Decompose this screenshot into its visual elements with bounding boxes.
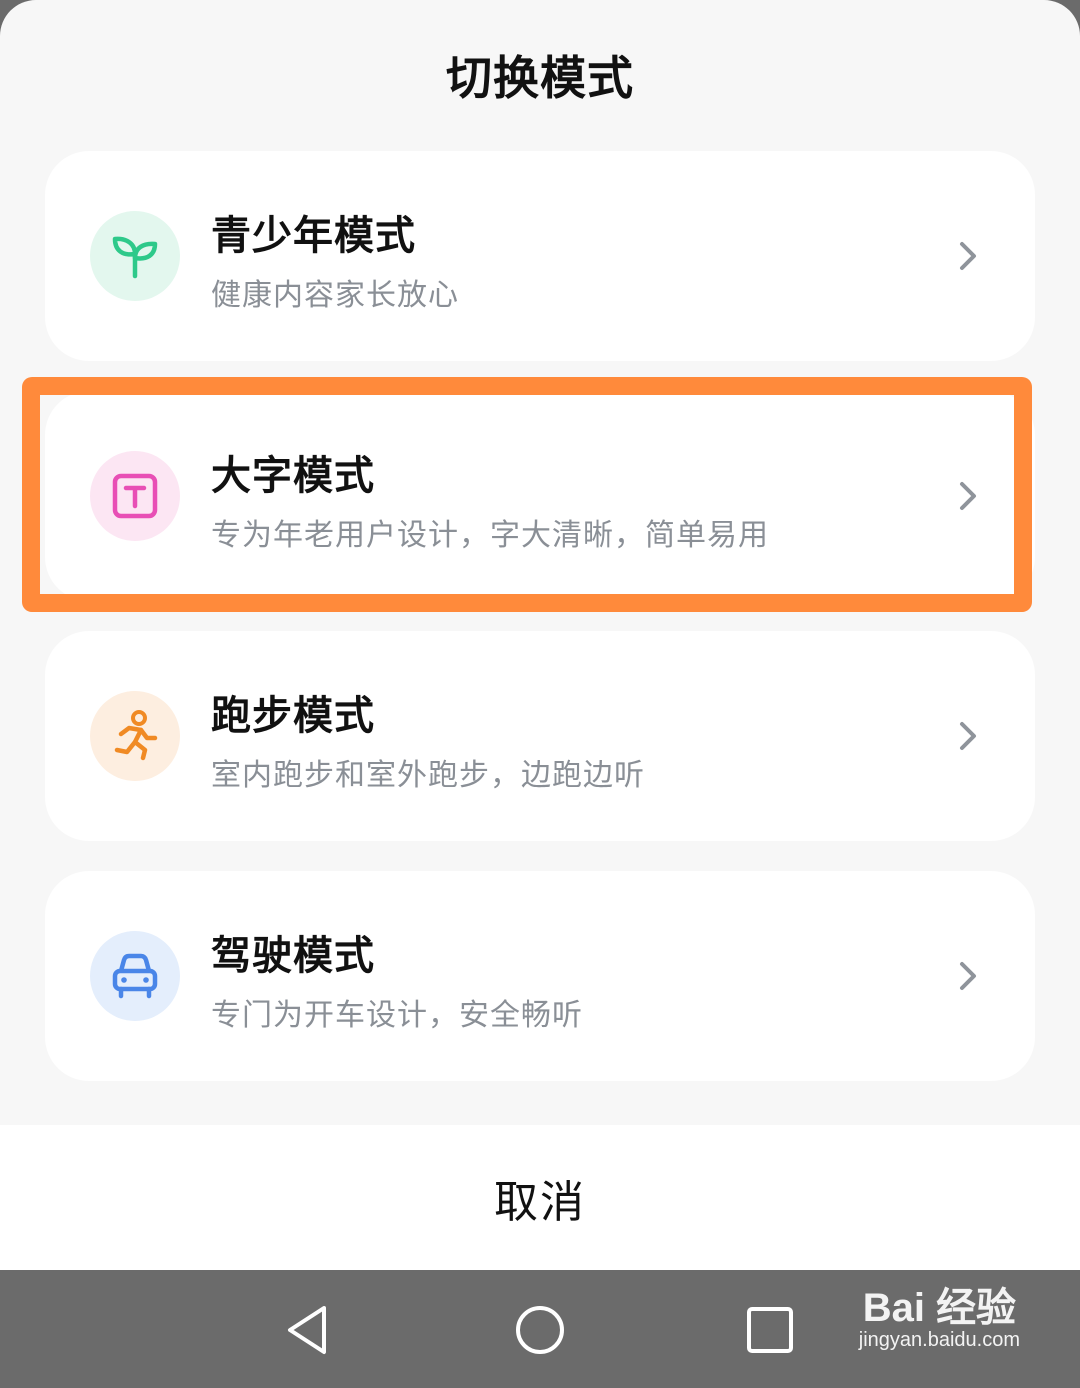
cancel-button[interactable]: 取消 <box>0 1125 1080 1270</box>
mode-card-teen[interactable]: 青少年模式 健康内容家长放心 <box>45 151 1035 361</box>
home-circle-icon[interactable] <box>510 1300 570 1360</box>
chevron-right-icon <box>960 962 976 990</box>
baidu-jingyan-watermark: Bai 经验 jingyan.baidu.com <box>859 1275 1020 1352</box>
running-icon <box>90 691 180 781</box>
chevron-right-icon <box>960 482 976 510</box>
mode-card-driving[interactable]: 驾驶模式 专门为开车设计，安全畅听 <box>45 871 1035 1081</box>
mode-title: 大字模式 <box>211 453 375 499</box>
recents-square-icon[interactable] <box>740 1300 800 1360</box>
chevron-right-icon <box>960 242 976 270</box>
mode-description: 专门为开车设计，安全畅听 <box>211 998 583 1033</box>
watermark-brand: Bai 经验 <box>862 1286 1017 1330</box>
mode-description: 室内跑步和室外跑步，边跑边听 <box>211 758 645 793</box>
mode-title: 驾驶模式 <box>211 933 375 979</box>
cancel-area: 取消 <box>0 1125 1080 1270</box>
back-triangle-icon[interactable] <box>280 1300 340 1360</box>
screen: 切换模式 青少年模式 健康内容家长放心 大字模式 专为年老用户设计，字大清晰，简… <box>0 0 1080 1388</box>
mode-title: 青少年模式 <box>211 213 416 259</box>
chevron-right-icon <box>960 722 976 750</box>
watermark-url: jingyan.baidu.com <box>858 1329 1020 1351</box>
mode-card-running[interactable]: 跑步模式 室内跑步和室外跑步，边跑边听 <box>45 631 1035 841</box>
mode-switch-sheet: 切换模式 青少年模式 健康内容家长放心 大字模式 专为年老用户设计，字大清晰，简… <box>0 0 1080 1125</box>
sheet-title: 切换模式 <box>446 51 634 105</box>
mode-title: 跑步模式 <box>211 693 375 739</box>
sprout-icon <box>90 211 180 301</box>
car-icon <box>90 931 180 1021</box>
mode-card-large-text[interactable]: 大字模式 专为年老用户设计，字大清晰，简单易用 <box>45 391 1035 601</box>
mode-description: 健康内容家长放心 <box>211 278 459 313</box>
mode-description: 专为年老用户设计，字大清晰，简单易用 <box>211 518 769 553</box>
text-t-icon <box>90 451 180 541</box>
